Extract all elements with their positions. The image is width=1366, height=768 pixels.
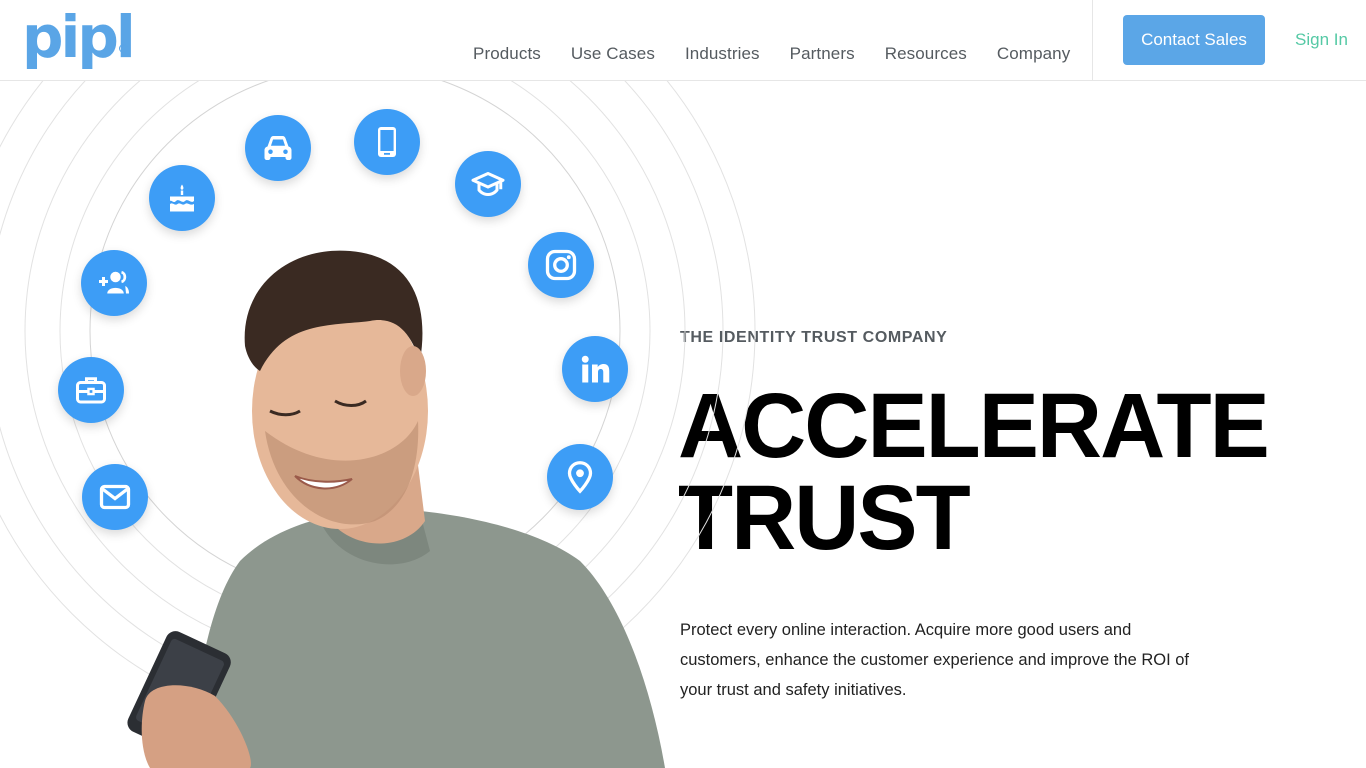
nav-partners[interactable]: Partners: [790, 44, 855, 64]
nav-industries[interactable]: Industries: [685, 44, 760, 64]
site-header: pipl ® Products Use Cases Industries Par…: [0, 0, 1366, 81]
birthday-cake-bubble: [149, 165, 215, 231]
car-icon: [264, 136, 292, 160]
nav-resources[interactable]: Resources: [885, 44, 967, 64]
contact-sales-button[interactable]: Contact Sales: [1123, 15, 1265, 65]
main-nav: Products Use Cases Industries Partners R…: [473, 44, 1100, 64]
graduation-cap-icon: [471, 172, 505, 197]
hero-headline: ACCELERATE TRUST: [678, 375, 1270, 569]
add-user-group-bubble: [81, 250, 147, 316]
nav-company[interactable]: Company: [997, 44, 1070, 64]
registered-mark: ®: [119, 44, 128, 53]
linkedin-icon: [581, 355, 610, 383]
location-pin-bubble: [547, 444, 613, 510]
mail-icon: [99, 484, 131, 510]
graduation-cap-bubble: [455, 151, 521, 217]
pipl-logo[interactable]: pipl: [22, 4, 136, 70]
header-divider: [1092, 0, 1093, 80]
birthday-cake-icon: [170, 184, 194, 212]
add-user-group-icon: [99, 270, 129, 294]
headline-line-2: TRUST: [678, 467, 971, 569]
smartphone-bubble: [354, 109, 420, 175]
headline-line-1: ACCELERATE: [678, 375, 1270, 477]
location-pin-icon: [567, 461, 593, 494]
mail-bubble: [82, 464, 148, 530]
smartphone-icon: [378, 127, 396, 157]
sign-in-link[interactable]: Sign In: [1295, 30, 1348, 50]
car-bubble: [245, 115, 311, 181]
instagram-icon: [545, 249, 577, 281]
briefcase-icon: [76, 377, 106, 404]
concentric-rings: [0, 81, 756, 768]
instagram-bubble: [528, 232, 594, 298]
nav-products[interactable]: Products: [473, 44, 541, 64]
hero-graphic: [0, 81, 760, 768]
briefcase-bubble: [58, 357, 124, 423]
linkedin-bubble: [562, 336, 628, 402]
nav-use-cases[interactable]: Use Cases: [571, 44, 655, 64]
